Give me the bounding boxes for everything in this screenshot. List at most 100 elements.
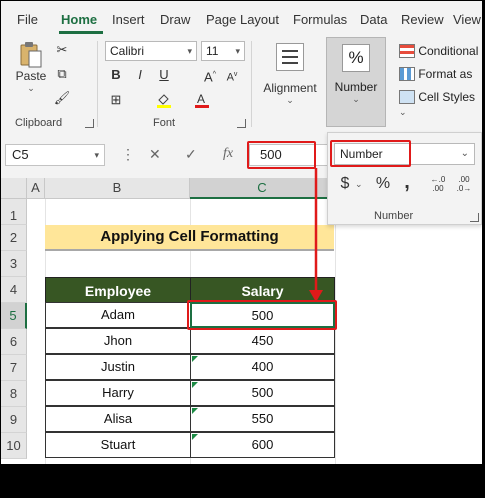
header-employee[interactable]: Employee bbox=[45, 277, 191, 303]
row-header-9[interactable]: 9 bbox=[1, 407, 27, 433]
name-box-value: C5 bbox=[12, 147, 29, 162]
chevron-down-icon: ⌄ bbox=[399, 106, 407, 117]
menu-insert[interactable]: Insert bbox=[112, 12, 145, 27]
error-indicator-icon bbox=[192, 434, 198, 440]
chevron-down-icon: ⌄ bbox=[27, 83, 35, 93]
cell-salary[interactable]: 500 bbox=[190, 380, 335, 406]
highlight-number-format bbox=[330, 140, 411, 167]
ribbon: Paste ⌄ ✂ ⧉ 🖌 Clipboard Calibri ▾ 11 ▾ B I… bbox=[1, 35, 482, 133]
paste-button[interactable]: Paste ⌄ bbox=[11, 41, 51, 94]
row-header-8[interactable]: 8 bbox=[1, 381, 27, 407]
cell-employee[interactable]: Stuart bbox=[45, 432, 191, 458]
fill-color-icon[interactable] bbox=[155, 91, 173, 109]
active-tab-indicator bbox=[59, 31, 103, 34]
clipboard-group-label: Clipboard bbox=[15, 117, 63, 129]
error-indicator-icon bbox=[192, 408, 198, 414]
column-header-b[interactable]: B bbox=[45, 178, 190, 199]
cell-salary-value: 400 bbox=[251, 359, 274, 374]
row-header-4[interactable]: 4 bbox=[1, 277, 27, 303]
currency-icon[interactable]: $ bbox=[336, 175, 354, 193]
menu-page-layout[interactable]: Page Layout bbox=[206, 12, 279, 27]
percent-style-icon[interactable]: % bbox=[374, 175, 392, 193]
conditional-formatting-button[interactable]: Conditional bbox=[399, 43, 478, 58]
format-as-table-button[interactable]: Format as bbox=[399, 66, 472, 81]
row-header-2[interactable]: 2 bbox=[1, 225, 27, 251]
menu-home[interactable]: Home bbox=[61, 12, 97, 27]
menu-data[interactable]: Data bbox=[360, 12, 387, 27]
font-size-value: 11 bbox=[206, 44, 219, 58]
group-divider bbox=[97, 41, 98, 127]
conditional-formatting-icon bbox=[399, 43, 415, 58]
error-indicator-icon bbox=[192, 382, 198, 388]
decrease-font-icon[interactable]: Av bbox=[223, 66, 241, 84]
enter-check-icon[interactable]: ✓ bbox=[185, 146, 197, 163]
increase-decimal-icon[interactable]: ←.0.00 bbox=[428, 175, 448, 193]
menu-file[interactable]: File bbox=[17, 12, 38, 27]
sheet-title-cell[interactable]: Applying Cell Formatting bbox=[45, 225, 334, 251]
row-header-10[interactable]: 10 bbox=[1, 433, 27, 459]
menu-view[interactable]: View bbox=[453, 12, 481, 27]
menu-draw[interactable]: Draw bbox=[160, 12, 190, 27]
column-header-a[interactable]: A bbox=[27, 178, 45, 199]
copy-icon[interactable]: ⧉ bbox=[53, 65, 71, 83]
row-header-7[interactable]: 7 bbox=[1, 355, 27, 381]
cell-salary[interactable]: 600 bbox=[190, 432, 335, 458]
cell-styles-label: Cell Styles bbox=[418, 89, 476, 104]
font-size-combo[interactable]: 11 ▾ bbox=[201, 41, 245, 61]
cell-employee[interactable]: Adam bbox=[45, 302, 191, 328]
row-header-1[interactable]: 1 bbox=[1, 199, 27, 225]
cell-employee[interactable]: Jhon bbox=[45, 328, 191, 354]
cancel-icon[interactable]: ✕ bbox=[149, 146, 161, 163]
cell-employee[interactable]: Justin bbox=[45, 354, 191, 380]
format-as-table-label: Format as bbox=[418, 66, 473, 81]
increase-font-icon[interactable]: A^ bbox=[201, 66, 219, 84]
chevron-down-icon: ⌄ bbox=[286, 95, 294, 105]
cell-salary-value: 500 bbox=[251, 385, 274, 400]
comma-style-icon[interactable]: , bbox=[398, 172, 416, 192]
underline-button[interactable]: U bbox=[155, 66, 173, 84]
font-name-value: Calibri bbox=[110, 44, 145, 58]
bold-button[interactable]: B bbox=[107, 66, 125, 84]
more-options-icon: ⋮ bbox=[121, 146, 135, 162]
select-all-corner[interactable] bbox=[1, 178, 27, 199]
row-header-3[interactable]: 3 bbox=[1, 251, 27, 277]
menu-review[interactable]: Review bbox=[401, 12, 444, 27]
gridline bbox=[335, 199, 336, 464]
alignment-icon bbox=[276, 43, 304, 71]
decrease-decimal-label: .0 bbox=[456, 184, 464, 193]
name-box[interactable]: C5 ▾ bbox=[5, 144, 105, 166]
increase-decimal-label: .00 bbox=[432, 184, 444, 193]
cell-salary[interactable]: 550 bbox=[190, 406, 335, 432]
cell-salary[interactable]: 400 bbox=[190, 354, 335, 380]
clipboard-launcher-icon[interactable] bbox=[85, 119, 94, 128]
paste-label: Paste bbox=[15, 69, 47, 83]
cell-employee[interactable]: Harry bbox=[45, 380, 191, 406]
font-group-label: Font bbox=[153, 117, 176, 129]
cell-styles-button[interactable]: Cell Styles ⌄ bbox=[399, 89, 482, 118]
conditional-formatting-label: Conditional bbox=[418, 43, 479, 58]
chevron-down-icon: ⌄ bbox=[460, 148, 469, 159]
number-group-label: Number bbox=[334, 80, 378, 94]
borders-icon[interactable]: ⊞ bbox=[107, 91, 125, 109]
alignment-button[interactable]: Alignment ⌄ bbox=[257, 43, 323, 106]
italic-button[interactable]: I bbox=[131, 66, 149, 84]
cut-icon[interactable]: ✂ bbox=[53, 41, 71, 59]
font-launcher-icon[interactable] bbox=[237, 119, 246, 128]
chevron-down-icon: ⌄ bbox=[352, 94, 360, 104]
font-color-icon[interactable]: A bbox=[193, 91, 211, 109]
row-header-5[interactable]: 5 bbox=[1, 303, 27, 329]
cell-employee[interactable]: Alisa bbox=[45, 406, 191, 432]
menu-formulas[interactable]: Formulas bbox=[293, 12, 347, 27]
number-group-button[interactable]: % Number ⌄ bbox=[326, 37, 386, 127]
percent-icon: % bbox=[342, 44, 370, 72]
paste-icon bbox=[19, 41, 43, 69]
number-launcher-icon[interactable] bbox=[470, 213, 479, 222]
row-header-6[interactable]: 6 bbox=[1, 329, 27, 355]
insert-function-icon[interactable]: fx bbox=[223, 146, 233, 162]
font-name-combo[interactable]: Calibri ▾ bbox=[105, 41, 197, 61]
decrease-decimal-icon[interactable]: .00.0→ bbox=[454, 175, 474, 193]
cell-salary[interactable]: 450 bbox=[190, 328, 335, 354]
error-indicator-icon bbox=[192, 356, 198, 362]
format-painter-icon[interactable]: 🖌 bbox=[53, 89, 71, 107]
alignment-label: Alignment bbox=[263, 81, 317, 95]
